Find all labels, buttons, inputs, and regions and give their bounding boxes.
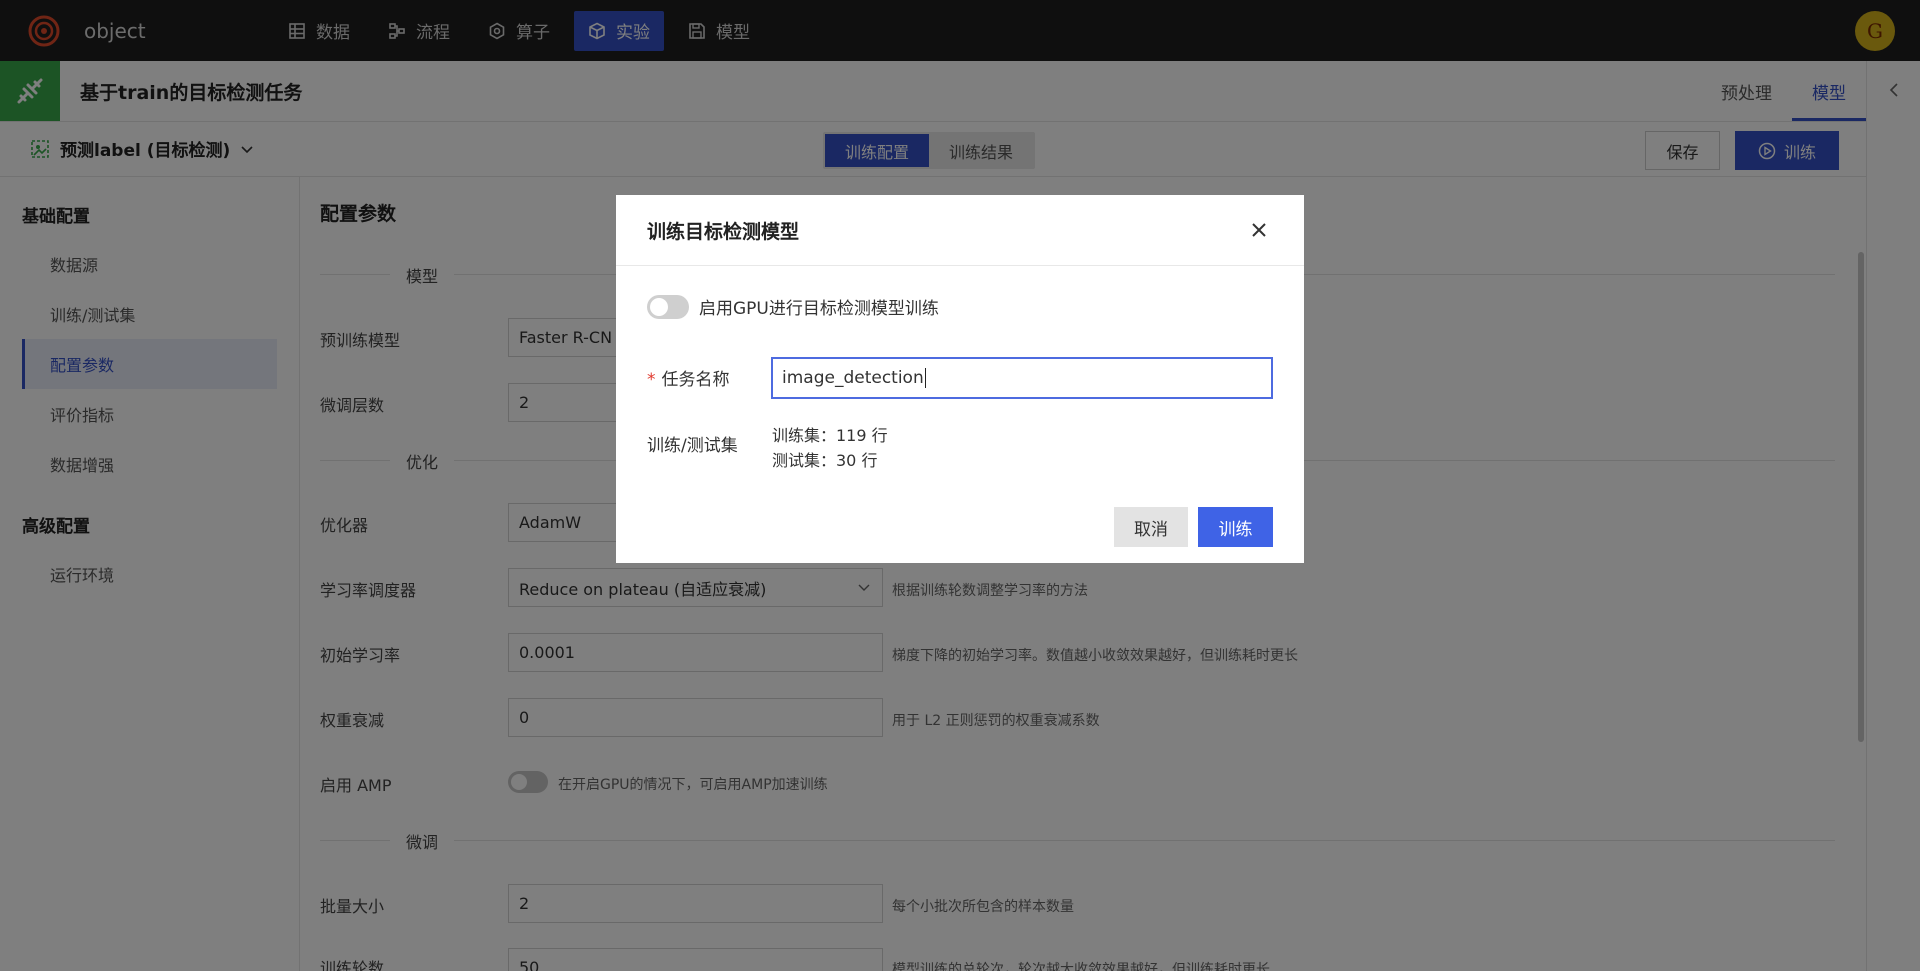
cancel-button[interactable]: 取消: [1114, 507, 1188, 547]
train-set-count: 训练集：119 行: [772, 426, 888, 445]
required-marker: *: [647, 370, 656, 390]
confirm-train-button[interactable]: 训练: [1198, 507, 1273, 547]
test-set-count: 测试集：30 行: [772, 451, 878, 470]
task-name-value: image_detection: [782, 368, 924, 388]
task-name-label-text: 任务名称: [661, 370, 730, 390]
gpu-option: 启用GPU进行目标检测模型训练: [647, 294, 939, 319]
gpu-label: 启用GPU进行目标检测模型训练: [699, 299, 939, 319]
train-test-label: 训练/测试集: [647, 436, 738, 456]
dialog-title: 训练目标检测模型: [647, 220, 800, 243]
task-name-input[interactable]: image_detection: [771, 357, 1273, 399]
text-caret: [924, 368, 926, 388]
close-icon[interactable]: [1250, 221, 1268, 239]
dialog-header: 训练目标检测模型: [616, 195, 1304, 266]
train-test-info: 训练集：119 行 测试集：30 行: [772, 423, 888, 473]
train-dialog: 训练目标检测模型 启用GPU进行目标检测模型训练 * 任务名称 image_det…: [616, 195, 1304, 563]
gpu-toggle[interactable]: [647, 294, 689, 319]
task-name-label: * 任务名称: [647, 365, 730, 390]
